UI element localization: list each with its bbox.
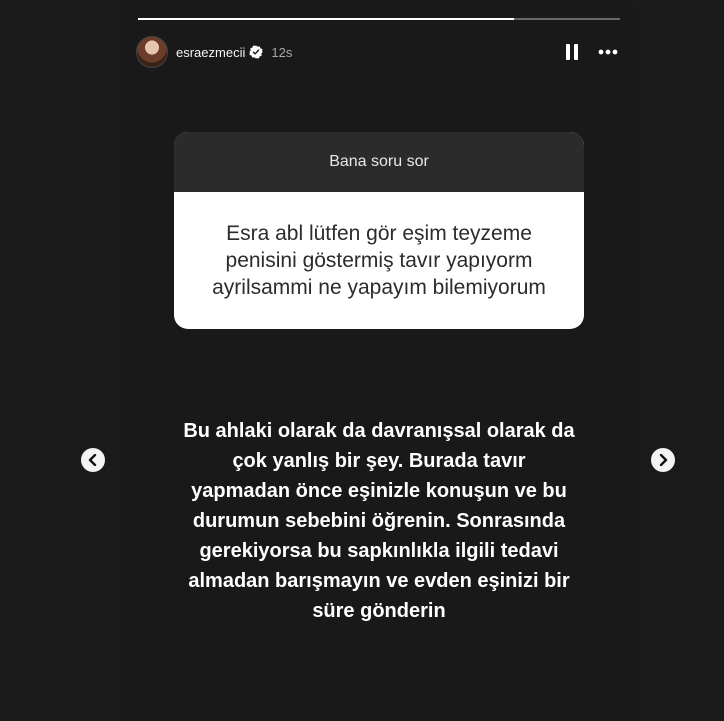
question-line: Esra abl lütfen gör eşim teyzeme [226, 222, 532, 245]
more-icon [598, 49, 618, 55]
question-sticker: Bana soru sor Esra abl lütfen gör eşim t… [174, 132, 584, 329]
previous-story-button[interactable] [81, 448, 105, 472]
chevron-right-icon [659, 454, 668, 466]
post-time: 12s [271, 44, 293, 60]
chevron-left-icon [88, 454, 97, 466]
story-viewer: esraezmecii 12s Bana soru sor Esra abl l… [122, 4, 636, 721]
answer-line: yapmadan önce eşinizle konuşun ve bu [191, 480, 567, 502]
question-line: ayrilsammi ne yapayım bilemiyorum [212, 276, 546, 299]
pause-button[interactable] [558, 38, 586, 66]
story-header: esraezmecii 12s [136, 35, 622, 69]
next-story-button[interactable] [651, 448, 675, 472]
answer-line: süre gönderin [312, 600, 446, 622]
answer-line: durumun sebebini öğrenin. Sonrasında [192, 510, 566, 532]
progress-segment [138, 18, 620, 20]
answer-line: almadan barışmayın ve evden eşinizi bir [188, 570, 570, 592]
answer-text: Bu ahlaki olarak da davranışsal olarak d… [142, 416, 616, 626]
username[interactable]: esraezmecii [176, 45, 245, 60]
question-text: Esra abl lütfen gör eşim teyzeme penisin… [174, 192, 584, 329]
verified-badge-icon [249, 45, 264, 59]
question-line: penisini göstermiş tavır yapıyorm [225, 249, 533, 272]
avatar[interactable] [136, 36, 168, 68]
question-sticker-prompt: Bana soru sor [174, 132, 584, 192]
pause-icon [566, 44, 578, 60]
answer-line: çok yanlış bir şey. Burada tavır [232, 450, 526, 472]
answer-line: Bu ahlaki olarak da davranışsal olarak d… [183, 420, 575, 442]
progress-fill [138, 18, 514, 20]
answer-line: gerekiyorsa bu sapkınlıkla ilgili tedavi [199, 540, 559, 562]
more-options-button[interactable] [594, 38, 622, 66]
story-progress-bar [138, 18, 620, 20]
